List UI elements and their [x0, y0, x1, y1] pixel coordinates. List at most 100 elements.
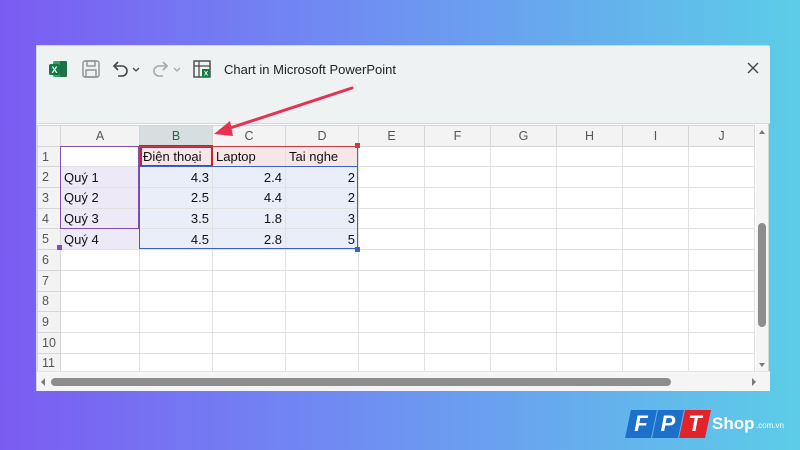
cell[interactable]	[490, 352, 557, 371]
column-header[interactable]: F	[424, 125, 491, 147]
range-resize-handle[interactable]	[355, 247, 360, 252]
cell[interactable]	[358, 207, 425, 230]
cell[interactable]	[285, 269, 359, 292]
cell[interactable]	[688, 145, 755, 168]
cell[interactable]: Laptop	[212, 145, 286, 168]
cell[interactable]	[556, 290, 623, 313]
cell[interactable]	[358, 145, 425, 168]
cell[interactable]	[622, 331, 689, 354]
cell[interactable]: Tai nghe	[285, 145, 359, 168]
undo-icon[interactable]	[109, 58, 131, 80]
cell[interactable]	[139, 331, 213, 354]
cell[interactable]	[490, 249, 557, 271]
cell[interactable]	[688, 207, 755, 230]
cell[interactable]	[622, 207, 689, 230]
column-header[interactable]: A	[60, 125, 140, 147]
save-icon[interactable]	[80, 58, 102, 80]
cell[interactable]	[688, 166, 755, 189]
cell[interactable]	[688, 249, 755, 271]
cell[interactable]	[490, 145, 557, 168]
cell[interactable]	[60, 331, 140, 354]
cell[interactable]	[490, 331, 557, 354]
cell[interactable]	[556, 352, 623, 371]
cell[interactable]	[622, 249, 689, 271]
scroll-right-arrow-icon[interactable]	[748, 372, 760, 392]
cell[interactable]: 2	[285, 166, 359, 189]
cell[interactable]	[688, 269, 755, 292]
cell[interactable]	[622, 228, 689, 251]
cell[interactable]: 4.4	[212, 187, 286, 209]
column-header[interactable]: C	[212, 125, 286, 147]
scroll-up-arrow-icon[interactable]	[756, 126, 768, 138]
cell[interactable]	[358, 187, 425, 209]
cell[interactable]	[285, 311, 359, 333]
cell[interactable]	[60, 269, 140, 292]
row-header[interactable]: 10	[37, 331, 61, 354]
cell[interactable]: 4.3	[139, 166, 213, 189]
cell[interactable]	[139, 311, 213, 333]
cell[interactable]	[60, 352, 140, 371]
cell[interactable]	[424, 269, 491, 292]
cell[interactable]	[688, 331, 755, 354]
cell[interactable]	[212, 249, 286, 271]
cell[interactable]: 2.8	[212, 228, 286, 251]
scroll-down-arrow-icon[interactable]	[756, 359, 768, 371]
row-header[interactable]: 9	[37, 311, 61, 333]
cell[interactable]: 4.5	[139, 228, 213, 251]
range-resize-handle[interactable]	[355, 143, 360, 148]
cell[interactable]	[285, 352, 359, 371]
cell[interactable]	[424, 228, 491, 251]
range-resize-handle[interactable]	[57, 245, 62, 250]
cell[interactable]	[556, 311, 623, 333]
column-header[interactable]: D	[285, 125, 359, 147]
spreadsheet-grid[interactable]: A B C D E F G H I J 1 Điện thoại Laptop …	[37, 125, 770, 371]
close-icon[interactable]	[744, 59, 762, 77]
row-header[interactable]: 7	[37, 269, 61, 292]
row-header[interactable]: 4	[37, 207, 61, 230]
cell[interactable]	[688, 228, 755, 251]
row-header[interactable]: 8	[37, 290, 61, 313]
cell[interactable]	[556, 166, 623, 189]
select-all-corner[interactable]	[37, 125, 61, 147]
cell[interactable]	[358, 352, 425, 371]
cell[interactable]	[556, 228, 623, 251]
cell[interactable]	[556, 331, 623, 354]
cell[interactable]	[424, 290, 491, 313]
cell[interactable]	[490, 187, 557, 209]
cell[interactable]	[622, 311, 689, 333]
redo-icon[interactable]	[150, 58, 172, 80]
cell[interactable]	[424, 207, 491, 230]
cell[interactable]	[285, 331, 359, 354]
column-header[interactable]: H	[556, 125, 623, 147]
cell[interactable]	[285, 249, 359, 271]
cell[interactable]	[358, 331, 425, 354]
cell[interactable]	[490, 311, 557, 333]
cell[interactable]	[358, 166, 425, 189]
cell[interactable]	[139, 269, 213, 292]
cell[interactable]	[424, 187, 491, 209]
row-header[interactable]: 3	[37, 187, 61, 209]
cell[interactable]	[688, 290, 755, 313]
cell[interactable]	[212, 290, 286, 313]
cell[interactable]: 3	[285, 207, 359, 230]
cell[interactable]	[358, 290, 425, 313]
vertical-scroll-thumb[interactable]	[758, 223, 766, 327]
cell[interactable]	[424, 352, 491, 371]
cell[interactable]: Quý 3	[60, 207, 140, 230]
cell[interactable]	[556, 145, 623, 168]
cell[interactable]	[490, 290, 557, 313]
cell[interactable]	[622, 145, 689, 168]
cell[interactable]	[60, 290, 140, 313]
redo-dropdown-chevron-icon[interactable]	[172, 58, 182, 80]
cell[interactable]: 5	[285, 228, 359, 251]
cell[interactable]	[622, 187, 689, 209]
cell[interactable]	[688, 352, 755, 371]
cell[interactable]	[490, 228, 557, 251]
cell[interactable]	[60, 145, 140, 168]
cell[interactable]	[358, 249, 425, 271]
cell[interactable]	[60, 311, 140, 333]
cell[interactable]: 3.5	[139, 207, 213, 230]
cell[interactable]	[424, 145, 491, 168]
cell[interactable]	[556, 207, 623, 230]
cell[interactable]	[688, 311, 755, 333]
